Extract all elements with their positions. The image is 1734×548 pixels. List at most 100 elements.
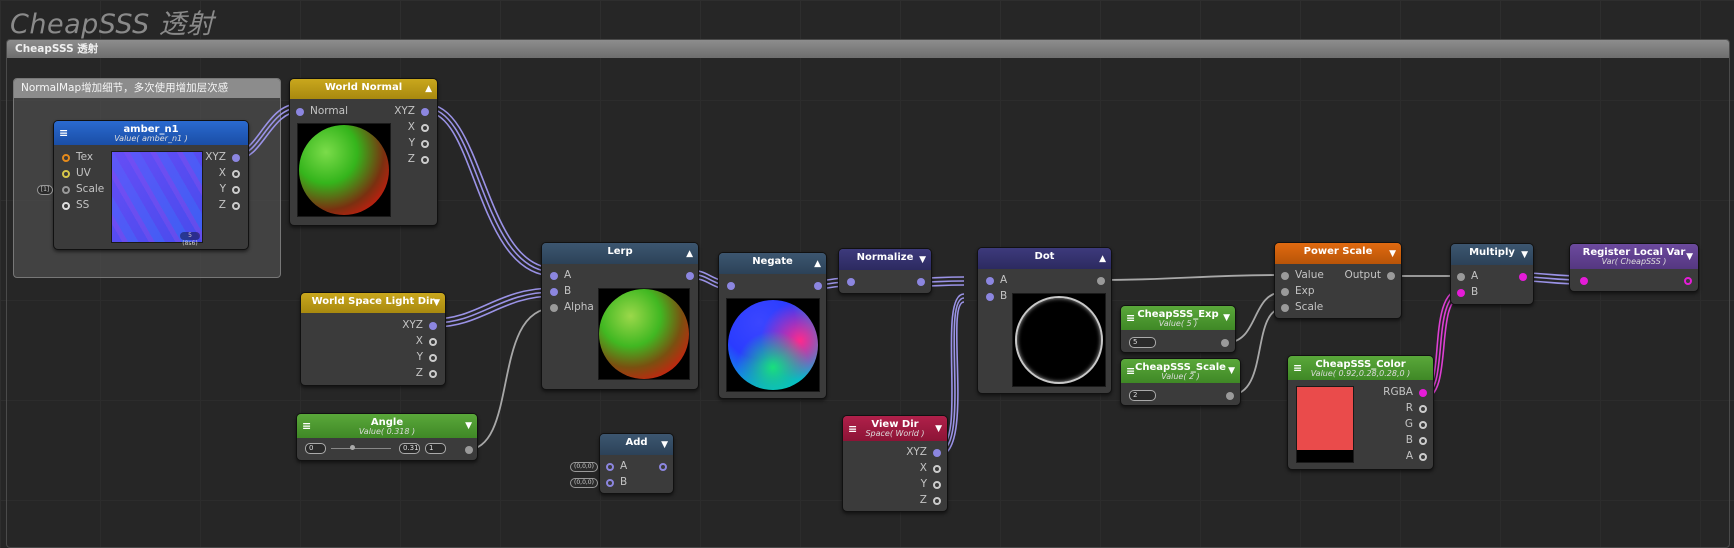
texture-sample-header[interactable]: ≡ amber_n1 Value( amber_n1 )	[54, 121, 248, 145]
slider-min-field[interactable]: 0	[305, 443, 326, 454]
port-dot[interactable]	[659, 463, 667, 471]
port-alpha-in[interactable]: Alpha	[550, 301, 594, 313]
angle-slider-track[interactable]	[331, 448, 391, 449]
menu-icon[interactable]: ≡	[848, 422, 857, 435]
port-dot[interactable]	[1281, 304, 1289, 312]
port-dot[interactable]	[1221, 339, 1229, 347]
port-a-in[interactable]: A	[986, 274, 1007, 286]
slider-value-field[interactable]: 0.31	[399, 443, 420, 454]
menu-icon[interactable]: ≡	[1293, 362, 1302, 375]
port-dot[interactable]	[62, 170, 70, 178]
world-normal-header[interactable]: World Normal ▲	[290, 79, 437, 99]
cheapsss-scale-node[interactable]: ≡ CheapSSS_Scale Value( 2 ) ▼ 2	[1120, 358, 1241, 406]
port-dot[interactable]	[429, 338, 437, 346]
dot-product-node[interactable]: Dot ▲ A B	[977, 247, 1112, 394]
port-dot[interactable]	[62, 202, 70, 210]
port-dot[interactable]	[606, 463, 614, 471]
port-x-out[interactable]: X	[416, 335, 437, 347]
world-light-dir-node[interactable]: World Space Light Dir ▼ XYZ X Y Z	[300, 292, 446, 386]
port-dot[interactable]	[429, 322, 437, 330]
port-y-out[interactable]: Y	[921, 478, 941, 490]
multiply-node[interactable]: Multiply ▼ A B	[1450, 243, 1534, 305]
port-rgba-out[interactable]: RGBA	[1383, 386, 1427, 398]
port-dot[interactable]	[421, 140, 429, 148]
port-dot[interactable]	[550, 288, 558, 296]
negate-node[interactable]: Negate ▲	[718, 252, 827, 399]
port-uv[interactable]: UV	[62, 167, 91, 179]
port-dot[interactable]	[1457, 289, 1465, 297]
port-dot[interactable]	[686, 272, 694, 280]
port-b-in[interactable]: B	[606, 476, 627, 488]
port-xyz-out[interactable]: XYZ	[402, 319, 437, 331]
port-scale-in[interactable]: Scale	[1281, 301, 1323, 313]
port-dot[interactable]	[1281, 288, 1289, 296]
lerp-node[interactable]: Lerp ▲ A B Alpha	[541, 242, 699, 390]
port-dot[interactable]	[62, 154, 70, 162]
port-dot[interactable]	[606, 479, 614, 487]
power-scale-node[interactable]: Power Scale ▼ Value Exp Scale Output	[1274, 242, 1402, 319]
collapse-icon[interactable]: ▲	[1099, 254, 1106, 264]
collapse-icon[interactable]: ▲	[814, 259, 821, 269]
port-dot[interactable]	[986, 293, 994, 301]
port-dot[interactable]	[465, 446, 473, 454]
port-dot[interactable]	[814, 282, 822, 290]
port-z-out[interactable]: Z	[408, 153, 429, 165]
cheapsss-color-node[interactable]: ≡ CheapSSS_Color Value( 0.92,0.28,0.28,0…	[1287, 355, 1434, 470]
port-exp-in[interactable]: Exp	[1281, 285, 1315, 297]
port-y-out[interactable]: Y	[417, 351, 437, 363]
dropdown-icon[interactable]: ▼	[1686, 252, 1693, 262]
port-dot[interactable]	[1097, 277, 1105, 285]
negate-header[interactable]: Negate ▲	[719, 253, 826, 274]
port-dot[interactable]	[933, 449, 941, 457]
collapse-icon[interactable]: ▲	[686, 249, 693, 259]
port-dot[interactable]	[1387, 272, 1395, 280]
port-dot[interactable]	[232, 186, 240, 194]
port-dot[interactable]	[1419, 389, 1427, 397]
cheapsss-exp-node[interactable]: ≡ CheapSSS_Exp Value( 5 ) ▼ 5	[1120, 305, 1236, 353]
dropdown-icon[interactable]: ▼	[1521, 250, 1528, 260]
port-a-in[interactable]: A	[1457, 270, 1478, 282]
port-dot[interactable]	[429, 370, 437, 378]
angle-property-node[interactable]: ≡ Angle Value( 0.318 ) ▼ 0 0.31 1	[296, 413, 478, 461]
port-dot[interactable]	[1419, 405, 1427, 413]
port-a-out[interactable]: A	[1406, 450, 1427, 462]
view-dir-node[interactable]: ≡ View Dir Space( World ) ▼ XYZ X Y Z	[842, 415, 948, 512]
port-dot[interactable]	[1281, 272, 1289, 280]
menu-icon[interactable]: ≡	[1126, 312, 1135, 325]
port-dot[interactable]	[232, 202, 240, 210]
dropdown-icon[interactable]: ▼	[433, 298, 440, 308]
port-dot[interactable]	[727, 282, 735, 290]
world-light-dir-header[interactable]: World Space Light Dir ▼	[301, 293, 445, 313]
add-header[interactable]: Add ▼	[600, 434, 673, 455]
port-dot[interactable]	[1580, 277, 1588, 285]
exp-value-field[interactable]: 5	[1129, 337, 1156, 348]
port-dot[interactable]	[933, 465, 941, 473]
port-z-out[interactable]: Z	[416, 367, 437, 379]
port-dot[interactable]	[232, 170, 240, 178]
dropdown-icon[interactable]: ▼	[919, 255, 926, 265]
port-dot[interactable]	[1226, 392, 1234, 400]
comment-header[interactable]: NormalMap增加细节，多次使用增加层次感	[14, 79, 280, 98]
port-y-out[interactable]: Y	[220, 183, 240, 195]
port-dot[interactable]	[232, 154, 240, 162]
lerp-header[interactable]: Lerp ▲	[542, 243, 698, 264]
add-b-default[interactable]: (0,0,0)	[570, 478, 598, 488]
normalize-header[interactable]: Normalize ▼	[839, 249, 931, 270]
port-dot[interactable]	[429, 354, 437, 362]
port-dot[interactable]	[1419, 437, 1427, 445]
power-scale-header[interactable]: Power Scale ▼	[1275, 243, 1401, 264]
port-r-out[interactable]: R	[1406, 402, 1427, 414]
port-dot[interactable]	[421, 124, 429, 132]
port-b-out[interactable]: B	[1406, 434, 1427, 446]
dropdown-icon[interactable]: ▼	[1389, 249, 1396, 259]
register-header[interactable]: Register Local Var Var( CheapSSS ) ▼	[1570, 244, 1698, 269]
dropdown-icon[interactable]: ▼	[661, 440, 668, 450]
port-xyz-out[interactable]: XYZ	[205, 151, 240, 163]
port-normal-in[interactable]: Normal	[296, 105, 348, 117]
port-dot[interactable]	[550, 304, 558, 312]
port-dot[interactable]	[847, 278, 855, 286]
port-dot[interactable]	[933, 481, 941, 489]
port-dot[interactable]	[421, 156, 429, 164]
dropdown-icon[interactable]: ▼	[1223, 313, 1230, 323]
port-dot[interactable]	[1684, 277, 1692, 285]
